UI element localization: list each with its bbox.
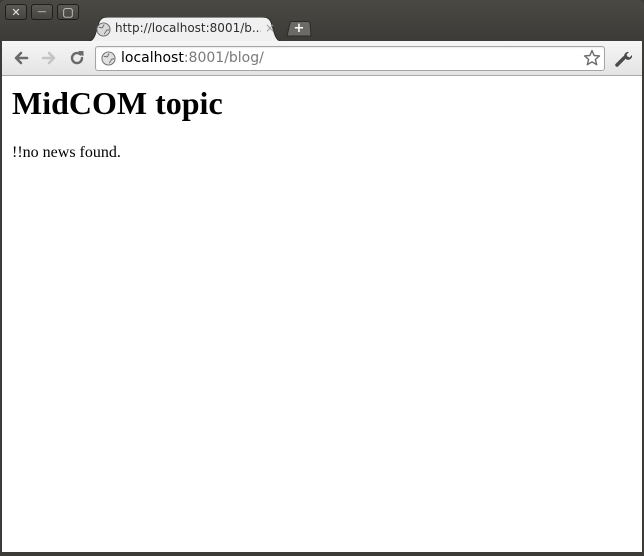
arrow-left-icon <box>14 51 29 65</box>
tab-close-button[interactable]: × <box>264 21 276 35</box>
tab-title: http://localhost:8001/b... <box>115 21 261 35</box>
forward-button[interactable] <box>38 47 60 69</box>
browser-toolbar: localhost:8001/blog/ <box>2 41 642 76</box>
new-tab-button[interactable]: + <box>286 21 312 37</box>
back-button[interactable] <box>10 47 32 69</box>
url-path: :8001/blog/ <box>183 50 264 66</box>
window-minimize-button[interactable]: — <box>31 4 53 20</box>
window-maximize-button[interactable]: ▢ <box>57 4 79 20</box>
wrench-icon[interactable] <box>612 48 634 70</box>
arrow-right-icon <box>41 51 56 65</box>
title-bar: ✕ — ▢ http://localhost:8001/b... × + <box>0 0 644 42</box>
browser-tab[interactable]: http://localhost:8001/b... × <box>84 17 286 42</box>
globe-icon <box>96 22 111 37</box>
no-news-message: !!no news found. <box>12 144 121 161</box>
reload-button[interactable] <box>66 47 88 69</box>
close-icon: ✕ <box>11 5 21 19</box>
minimize-icon: — <box>37 6 47 17</box>
url-text[interactable]: localhost:8001/blog/ <box>121 50 264 66</box>
window-close-button[interactable]: ✕ <box>5 4 27 20</box>
plus-icon: + <box>293 21 305 36</box>
star-icon[interactable] <box>583 49 601 67</box>
url-host: localhost <box>121 50 184 66</box>
globe-icon <box>101 51 116 66</box>
maximize-icon: ▢ <box>62 5 74 19</box>
window-bottom-border <box>0 552 644 556</box>
page-viewport: MidCOM topic !!no news found. <box>2 76 642 552</box>
address-bar[interactable]: localhost:8001/blog/ <box>95 46 605 71</box>
browser-window: ✕ — ▢ http://localhost:8001/b... × + loc… <box>0 0 644 556</box>
reload-icon <box>70 51 84 65</box>
page-title: MidCOM topic <box>12 85 223 121</box>
